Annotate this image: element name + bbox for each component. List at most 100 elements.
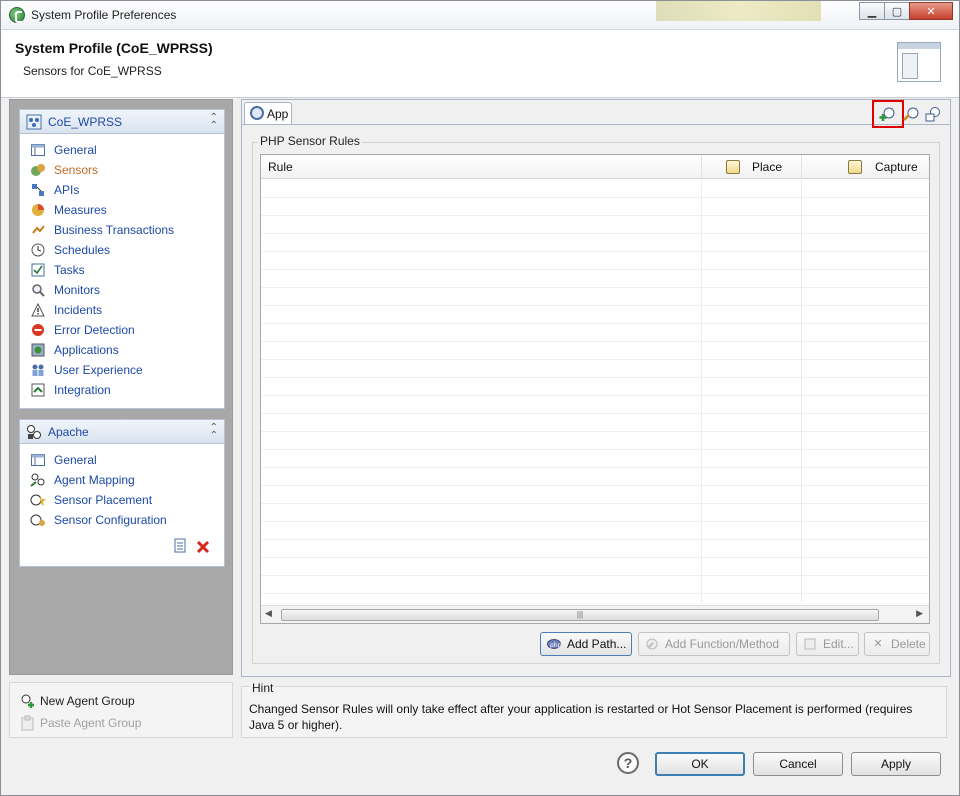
schedules-icon	[30, 242, 46, 258]
cancel-button[interactable]: Cancel	[753, 752, 843, 776]
agent-group-section: Apache ⌃ ⌃ General Agent Mapping Sensor P…	[19, 419, 225, 567]
table-row-empty	[261, 342, 929, 360]
title-bar: System Profile Preferences ▁ ▢ ✕	[1, 1, 959, 30]
sensor-group-properties-button[interactable]	[924, 105, 942, 123]
sidebar-item-sensor-placement[interactable]: Sensor Placement	[20, 490, 224, 510]
tab-app[interactable]: App	[244, 102, 292, 124]
table-row-empty	[261, 288, 929, 306]
collapse-icon[interactable]: ⌃ ⌃	[210, 113, 218, 131]
sensor-rules-table[interactable]: Rule Place Capture ◀ ||| ▶	[260, 154, 930, 624]
sidebar-item-label: APIs	[54, 183, 80, 197]
ok-button[interactable]: OK	[655, 752, 745, 776]
maximize-button[interactable]: ▢	[884, 2, 910, 20]
sidebar-item-schedules[interactable]: Schedules	[20, 240, 224, 260]
column-label: Place	[752, 160, 783, 174]
table-row-empty	[261, 216, 929, 234]
php-sensor-rules-group: PHP Sensor Rules Rule Place Capture ◀ ||…	[252, 134, 940, 664]
table-row-empty	[261, 558, 929, 576]
sidebar-item-error-detection[interactable]: Error Detection	[20, 320, 224, 340]
profile-section: CoE_WPRSS ⌃ ⌃ General Sensors APIs Measu…	[19, 109, 225, 409]
collapse-icon[interactable]: ⌃ ⌃	[210, 423, 218, 441]
sensor-placement-icon	[30, 492, 46, 508]
hint-box: Hint Changed Sensor Rules will only take…	[241, 681, 947, 738]
sidebar: CoE_WPRSS ⌃ ⌃ General Sensors APIs Measu…	[9, 99, 233, 675]
maximize-icon: ▢	[891, 5, 903, 18]
sidebar-item-label: User Experience	[54, 363, 143, 377]
table-body	[261, 180, 929, 603]
button-label: Edit...	[823, 637, 854, 651]
sidebar-item-monitors[interactable]: Monitors	[20, 280, 224, 300]
sidebar-item-label: Monitors	[54, 283, 101, 297]
table-actions: php Add Path... Add Function/Method Edit…	[252, 632, 940, 656]
tab-divider	[242, 124, 950, 125]
sidebar-item-agent-general[interactable]: General	[20, 450, 224, 470]
integration-icon	[30, 382, 46, 398]
background-window-fragment	[656, 1, 821, 21]
sidebar-item-sensor-configuration[interactable]: Sensor Configuration	[20, 510, 224, 530]
paste-agent-group-button[interactable]: Paste Agent Group	[20, 713, 141, 733]
horizontal-scrollbar[interactable]: ◀ ||| ▶	[261, 605, 929, 623]
profile-nav-list: General Sensors APIs Measures Business T…	[20, 134, 224, 400]
group-title: PHP Sensor Rules	[258, 134, 362, 148]
sidebar-item-business-transactions[interactable]: Business Transactions	[20, 220, 224, 240]
table-row-empty	[261, 540, 929, 558]
window-layout-icon	[897, 42, 941, 82]
table-header: Rule Place Capture	[261, 155, 929, 179]
svg-text:php: php	[550, 642, 561, 649]
scroll-right-icon[interactable]: ▶	[916, 608, 923, 619]
agent-group-section-header[interactable]: Apache ⌃ ⌃	[20, 420, 224, 444]
close-icon: ✕	[926, 5, 936, 18]
column-header-place[interactable]: Place	[702, 155, 801, 179]
sidebar-item-measures[interactable]: Measures	[20, 200, 224, 220]
agent-group-title: Apache	[48, 425, 89, 439]
column-header-rule[interactable]: Rule	[268, 155, 293, 179]
column-header-capture[interactable]: Capture	[802, 155, 929, 179]
sidebar-item-apis[interactable]: APIs	[20, 180, 224, 200]
sidebar-item-label: General	[54, 453, 97, 467]
sidebar-item-integration[interactable]: Integration	[20, 380, 224, 400]
column-gridline	[801, 180, 802, 603]
sidebar-item-applications[interactable]: Applications	[20, 340, 224, 360]
column-label: Rule	[268, 160, 293, 174]
table-row-empty	[261, 468, 929, 486]
applications-icon	[30, 342, 46, 358]
sidebar-item-label: General	[54, 143, 97, 157]
sidebar-item-incidents[interactable]: Incidents	[20, 300, 224, 320]
sidebar-item-tasks[interactable]: Tasks	[20, 260, 224, 280]
scrollbar-thumb[interactable]: |||	[281, 609, 879, 621]
close-button[interactable]: ✕	[909, 2, 953, 20]
copy-document-icon[interactable]	[172, 538, 188, 554]
sidebar-item-general[interactable]: General	[20, 140, 224, 160]
sidebar-item-agent-mapping[interactable]: Agent Mapping	[20, 470, 224, 490]
properties-icon	[925, 107, 940, 122]
delete-x-icon[interactable]	[196, 540, 210, 554]
add-function-method-button[interactable]: Add Function/Method	[638, 632, 790, 656]
edit-sensor-group-button[interactable]	[902, 105, 920, 123]
profile-section-header[interactable]: CoE_WPRSS ⌃ ⌃	[20, 110, 224, 134]
agent-group-actions: New Agent Group Paste Agent Group	[9, 682, 233, 738]
sidebar-item-user-experience[interactable]: User Experience	[20, 360, 224, 380]
hint-title: Hint	[250, 681, 276, 695]
edit-button[interactable]: Edit...	[796, 632, 859, 656]
apis-icon	[30, 182, 46, 198]
sidebar-item-label: Incidents	[54, 303, 103, 317]
error-detection-icon	[30, 322, 46, 338]
scroll-left-icon[interactable]: ◀	[265, 608, 272, 619]
agent-nav-list: General Agent Mapping Sensor Placement S…	[20, 444, 224, 530]
measures-icon	[30, 202, 46, 218]
dialog-window: System Profile Preferences ▁ ▢ ✕ System …	[0, 0, 960, 796]
new-agent-group-button[interactable]: New Agent Group	[20, 691, 135, 711]
delete-button[interactable]: ✕ Delete	[864, 632, 930, 656]
delete-icon: ✕	[873, 638, 883, 650]
system-profile-icon	[26, 114, 42, 130]
edit-icon	[803, 637, 817, 651]
table-row-empty	[261, 504, 929, 522]
sidebar-item-label: Measures	[54, 203, 107, 217]
sidebar-item-sensors[interactable]: Sensors	[20, 160, 224, 180]
table-row-empty	[261, 396, 929, 414]
help-button[interactable]: ?	[617, 752, 639, 774]
agent-mapping-icon	[30, 472, 46, 488]
apply-button[interactable]: Apply	[851, 752, 941, 776]
add-path-button[interactable]: php Add Path...	[540, 632, 632, 656]
minimize-button[interactable]: ▁	[859, 2, 885, 20]
